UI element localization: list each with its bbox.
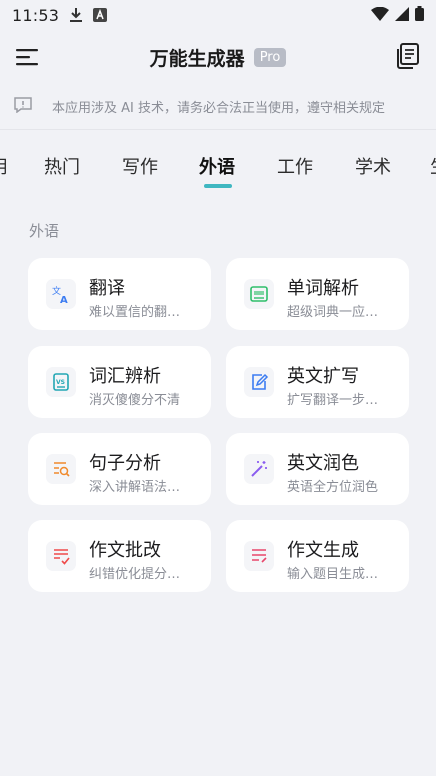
app-notification-icon — [93, 8, 108, 22]
tool-name: 词汇辨析 — [89, 366, 161, 387]
menu-button[interactable] — [16, 46, 38, 68]
notice-text: 本应用涉及 AI 技术，请务必合法正当使用，遵守相关规定 — [52, 101, 385, 116]
tool-card-word-analysis[interactable]: 单词解析 超级词典一应… — [226, 258, 409, 330]
title-group: 万能生成器 Pro — [150, 44, 287, 71]
tool-card-english-expand[interactable]: 英文扩写 扩写翻译一步… — [226, 346, 409, 418]
tool-desc: 深入讲解语法… — [89, 480, 181, 495]
download-icon — [69, 7, 83, 23]
sentence-search-icon — [46, 454, 76, 484]
menu-icon — [16, 49, 38, 66]
active-tab-indicator — [204, 184, 232, 188]
tool-card-translate[interactable]: 文A 翻译 难以置信的翻… — [28, 258, 211, 330]
translate-icon: 文A — [46, 279, 76, 309]
essay-generate-icon — [244, 541, 274, 571]
tool-name: 翻译 — [89, 278, 125, 299]
tool-name: 句子分析 — [89, 453, 161, 474]
signal-icon — [395, 6, 409, 25]
category-tabs: 用 热门 写作 外语 工作 学术 生 — [0, 131, 436, 195]
tab-foreign-language[interactable]: 外语 — [199, 153, 235, 179]
svg-text:A: A — [60, 295, 68, 304]
tool-desc: 消灭傻傻分不清 — [89, 393, 181, 408]
tool-name: 作文批改 — [89, 540, 161, 561]
tab-academic[interactable]: 学术 — [355, 153, 391, 179]
essay-check-icon — [46, 541, 76, 571]
history-button[interactable] — [396, 43, 420, 69]
vs-compare-icon: VS — [46, 367, 76, 397]
documents-icon — [397, 43, 419, 69]
tab-work[interactable]: 工作 — [277, 153, 313, 179]
tool-card-sentence-analysis[interactable]: 句子分析 深入讲解语法… — [28, 433, 211, 505]
tool-desc: 难以置信的翻… — [89, 305, 181, 320]
top-app-bar: 万能生成器 Pro — [0, 30, 436, 84]
tab-writing[interactable]: 写作 — [122, 153, 158, 179]
tool-card-essay-correction[interactable]: 作文批改 纠错优化提分… — [28, 520, 211, 592]
tool-name: 单词解析 — [287, 278, 359, 299]
tool-desc: 超级词典一应… — [287, 305, 379, 320]
page-title: 万能生成器 — [149, 47, 245, 70]
message-info-icon — [14, 96, 32, 117]
tab-partial-left[interactable]: 用 — [0, 153, 8, 179]
pro-badge[interactable]: Pro — [253, 47, 287, 67]
wifi-icon — [371, 6, 389, 25]
status-time: 11:53 — [12, 5, 60, 25]
notice-bar: 本应用涉及 AI 技术，请务必合法正当使用，遵守相关规定 — [0, 84, 436, 130]
tool-name: 英文扩写 — [287, 366, 359, 387]
tool-card-vocabulary-compare[interactable]: VS 词汇辨析 消灭傻傻分不清 — [28, 346, 211, 418]
status-bar: 11:53 — [0, 0, 436, 30]
tool-name: 作文生成 — [287, 540, 359, 561]
battery-icon — [415, 5, 424, 25]
edit-expand-icon — [244, 367, 274, 397]
tool-desc: 纠错优化提分… — [89, 567, 181, 582]
tool-desc: 扩写翻译一步… — [287, 393, 379, 408]
section-title: 外语 — [29, 222, 60, 240]
word-card-icon — [244, 279, 274, 309]
svg-text:VS: VS — [56, 379, 65, 386]
tab-partial-right[interactable]: 生 — [430, 153, 436, 179]
tool-card-english-polish[interactable]: 英文润色 英语全方位润色 — [226, 433, 409, 505]
tab-hot[interactable]: 热门 — [44, 153, 80, 179]
tool-card-essay-generate[interactable]: 作文生成 输入题目生成… — [226, 520, 409, 592]
tool-desc: 英语全方位润色 — [287, 480, 379, 495]
magic-wand-icon — [244, 454, 274, 484]
tool-name: 英文润色 — [287, 453, 359, 474]
tool-desc: 输入题目生成… — [287, 567, 379, 582]
